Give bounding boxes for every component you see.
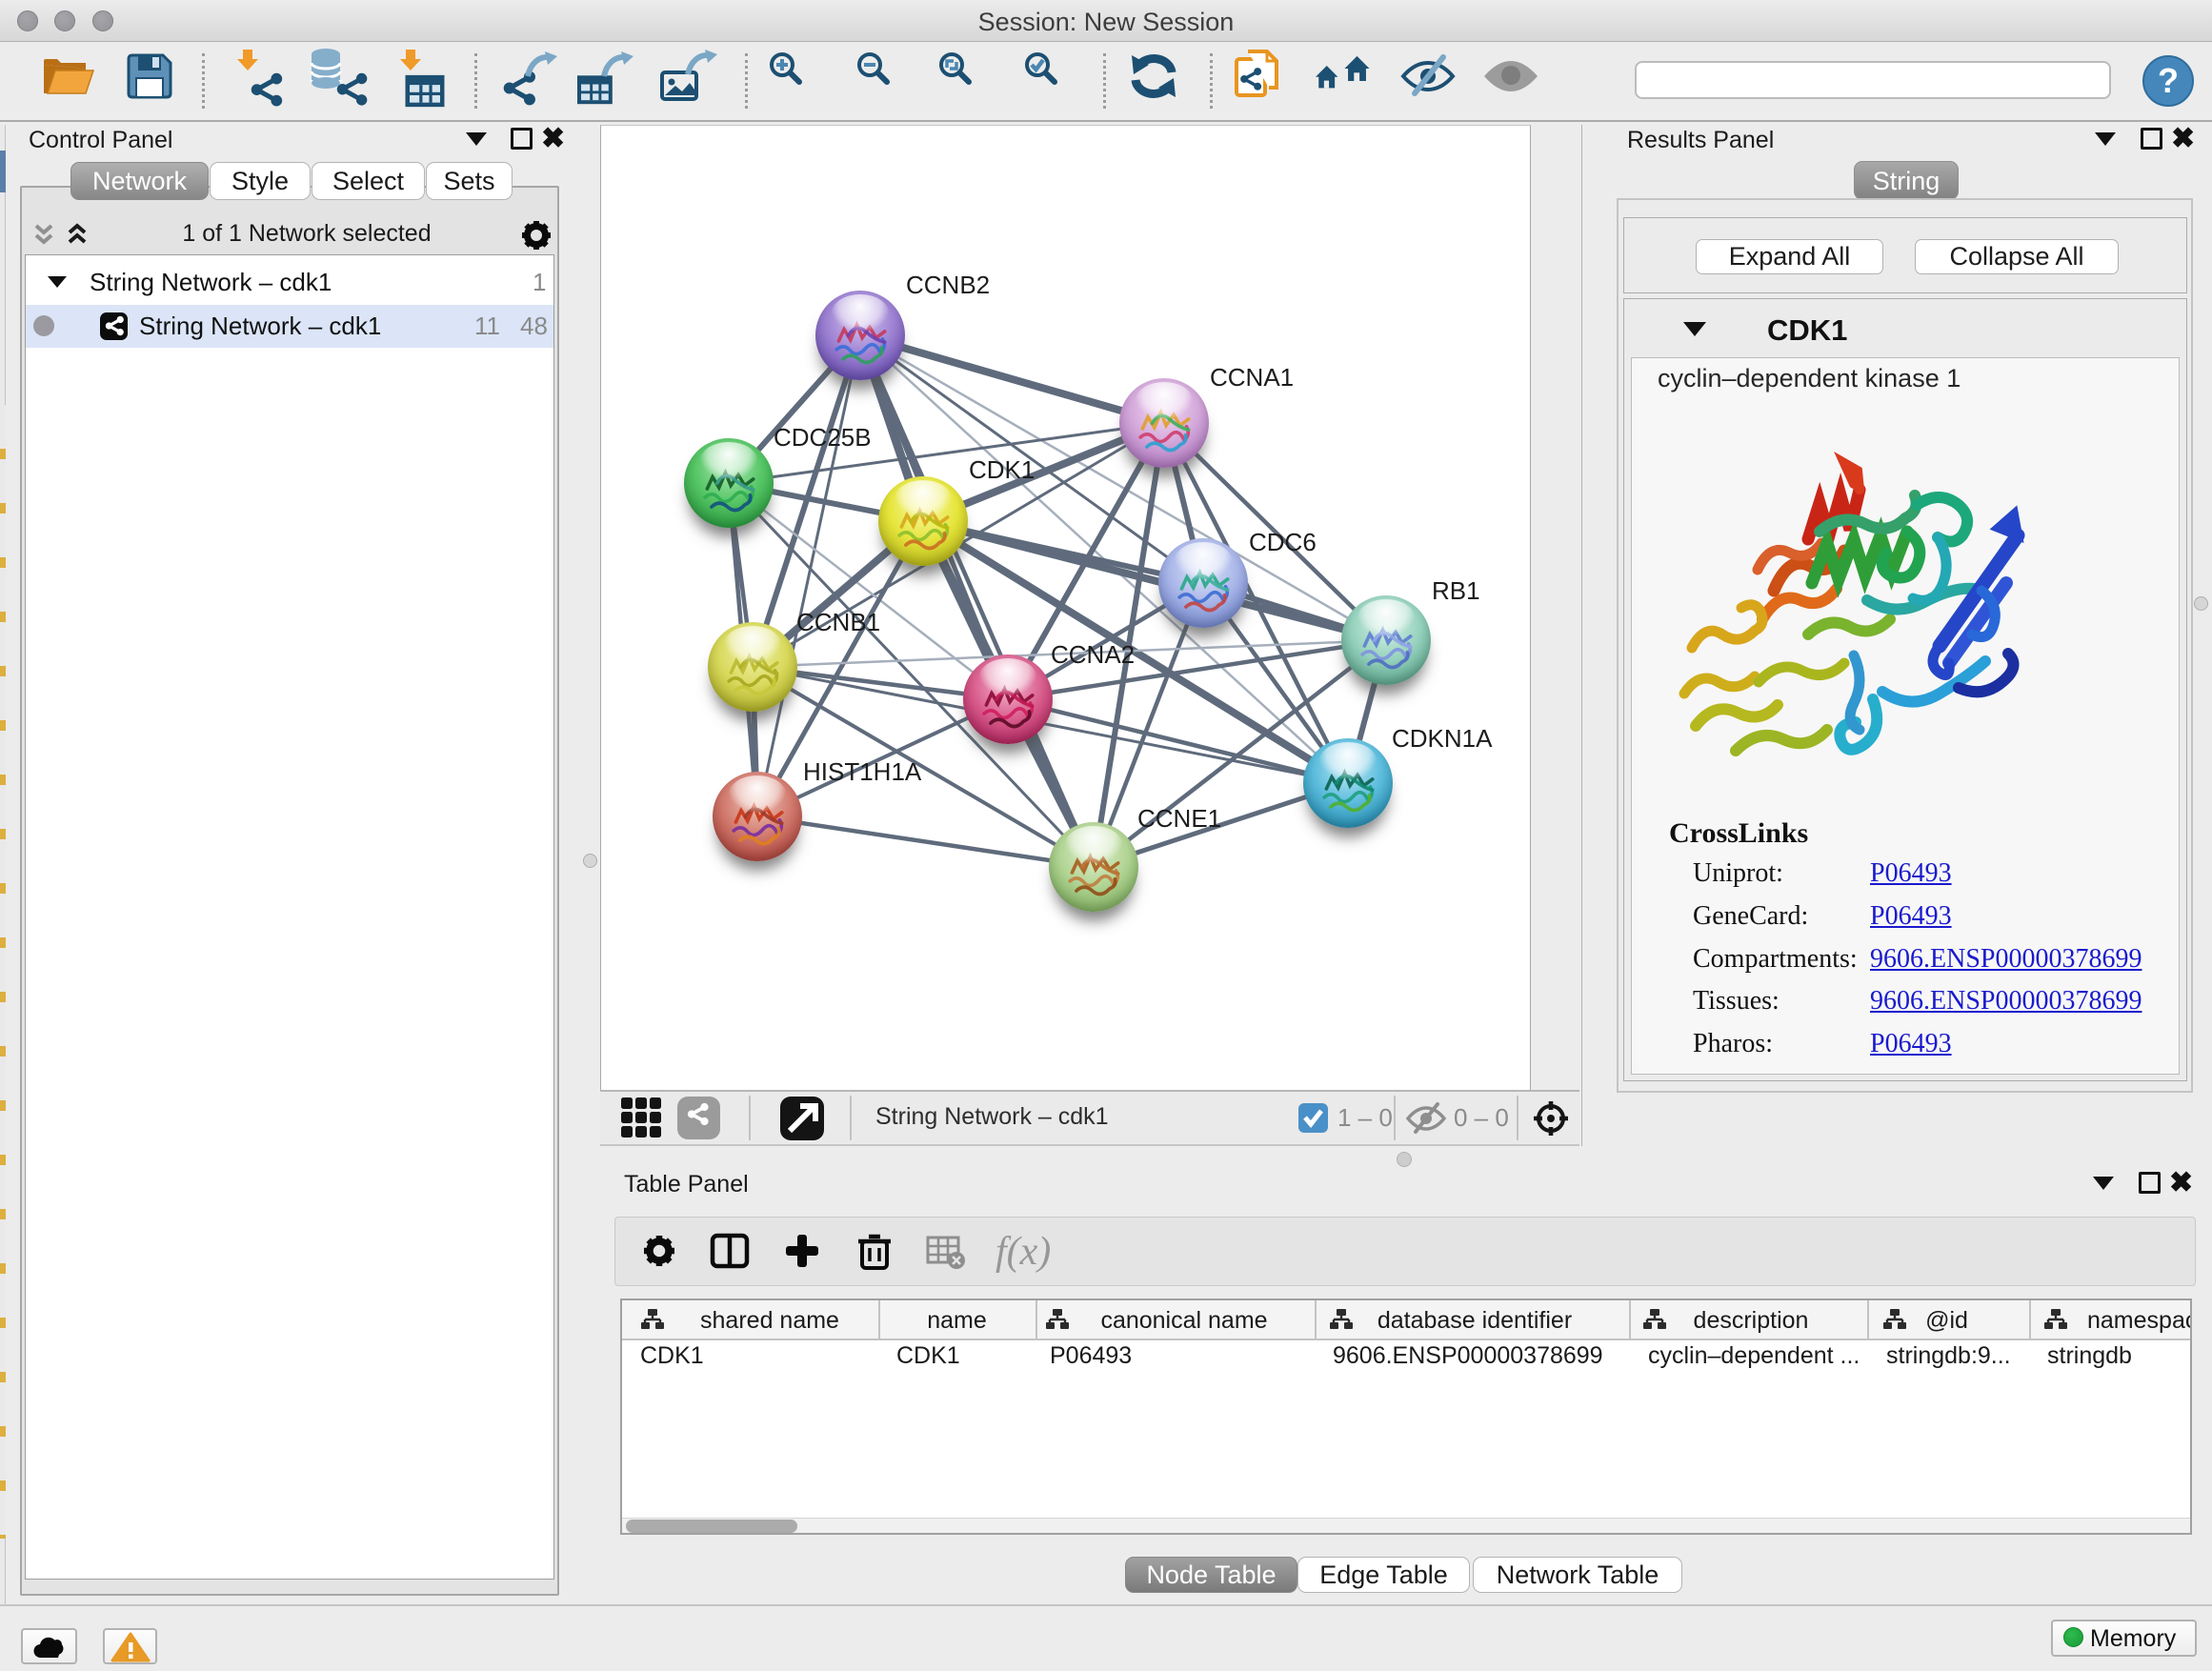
svg-text:f(x): f(x): [995, 1230, 1051, 1274]
svg-text:?: ?: [2158, 61, 2179, 100]
